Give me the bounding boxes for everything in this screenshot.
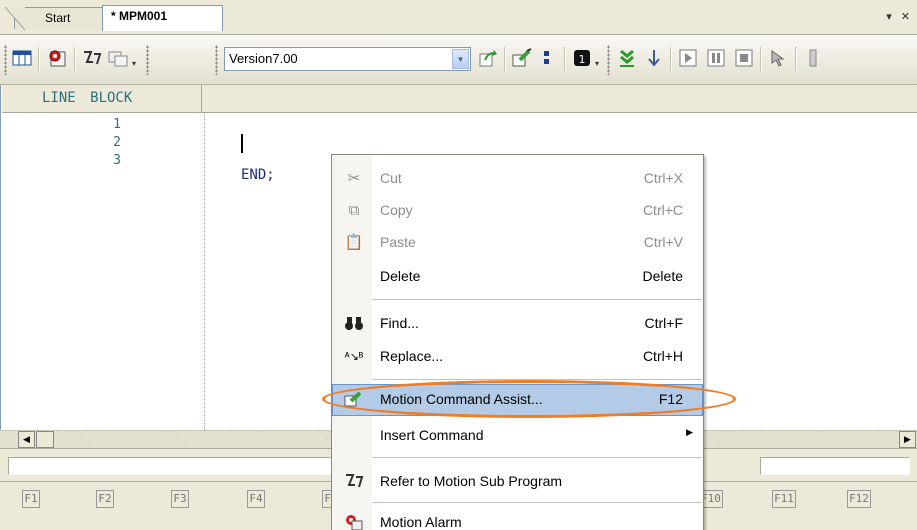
fkey-f4[interactable]: F4 — [243, 490, 269, 512]
chevron-down-icon[interactable]: ▼ — [452, 49, 469, 69]
scroll-right-button[interactable]: ▶ — [899, 431, 916, 448]
motion-command-assist-icon[interactable] — [510, 46, 534, 70]
menu-item-replace[interactable]: ᴬ↘ᴮ Replace... Ctrl+H — [332, 341, 703, 373]
menu-item-copy[interactable]: ⧉ Copy Ctrl+C — [332, 195, 703, 227]
semicolon-icon[interactable] — [534, 46, 558, 70]
run-icon[interactable] — [676, 46, 700, 70]
pause-icon[interactable] — [704, 46, 728, 70]
menu-item-cut[interactable]: ✂ Cut Ctrl+X — [332, 163, 703, 195]
step-icon[interactable]: 1 — [570, 46, 594, 70]
menu-item-delete[interactable]: Delete Delete — [332, 261, 703, 293]
version-select-value: Version7.00 — [229, 51, 298, 66]
tab-controls[interactable]: ▾ ✕ — [886, 10, 913, 23]
menu-item-motion-alarm[interactable]: Motion Alarm — [332, 507, 703, 530]
step-into-icon[interactable] — [615, 46, 639, 70]
toolbar-grip[interactable] — [607, 45, 610, 75]
toolbar-grip[interactable] — [146, 45, 149, 75]
motion-command-assist-icon — [344, 390, 364, 410]
scrollbar-thumb[interactable] — [36, 431, 54, 448]
fkey-f3[interactable]: F3 — [167, 490, 193, 512]
menu-separator — [372, 457, 702, 458]
menu-item-find[interactable]: Find... Ctrl+F — [332, 308, 703, 340]
scissors-icon: ✂ — [347, 170, 361, 187]
tab-mpm001[interactable]: * MPM001 — [102, 5, 223, 31]
menu-item-refer-motion-sub-program[interactable]: Refer to Motion Sub Program — [332, 466, 703, 498]
status-field — [8, 457, 338, 475]
fkey-f1[interactable]: F1 — [18, 490, 44, 512]
alarm-icon — [344, 513, 364, 530]
line-number: 3 — [113, 153, 121, 168]
motion-search-icon[interactable] — [45, 46, 69, 70]
toolbar-overflow-icon[interactable] — [801, 46, 825, 70]
motion-sub-icon — [344, 472, 364, 492]
step-down-icon[interactable] — [642, 46, 666, 70]
toolbar-grip[interactable] — [215, 45, 218, 75]
line-number: 1 — [113, 117, 121, 132]
menu-separator — [372, 299, 702, 300]
transfer-icon[interactable] — [106, 46, 130, 70]
text-caret — [241, 134, 243, 153]
binoculars-icon — [344, 314, 364, 334]
chevron-down-icon[interactable]: ▾ — [595, 59, 603, 68]
line-block-header: LINE BLOCK — [42, 85, 202, 113]
refresh-icon[interactable] — [476, 46, 500, 70]
menu-item-motion-command-assist[interactable]: Motion Command Assist... F12 — [332, 384, 703, 416]
copy-icon: ⧉ — [348, 202, 360, 219]
stop-icon[interactable] — [732, 46, 756, 70]
gutter-divider — [204, 113, 205, 430]
menu-separator — [372, 379, 702, 380]
replace-icon: ᴬ↘ᴮ — [344, 351, 364, 363]
document-tab-strip: Start * MPM001 ▾ ✕ — [0, 0, 917, 35]
status-field — [760, 457, 910, 475]
motion-sub-icon[interactable] — [80, 46, 104, 70]
tab-start[interactable]: Start — [5, 7, 104, 30]
submenu-arrow-icon: ▶ — [686, 427, 693, 437]
fkey-f12[interactable]: F12 — [845, 490, 873, 512]
version-select[interactable]: Version7.00 ▼ — [224, 47, 471, 71]
fkey-f2[interactable]: F2 — [92, 490, 118, 512]
svg-text:1: 1 — [579, 53, 586, 66]
line-number: 2 — [113, 135, 121, 150]
editor-toolbar: ▾ Version7.00 ▼ 1 ▾ — [0, 35, 917, 85]
scroll-left-button[interactable]: ◀ — [18, 431, 35, 448]
menu-item-paste[interactable]: 📋 Paste Ctrl+V — [332, 227, 703, 259]
editor-column-header: LINE BLOCK — [2, 85, 917, 113]
pointer-icon[interactable] — [766, 46, 790, 70]
code-line[interactable]: END; — [241, 167, 275, 183]
paste-icon: 📋 — [344, 234, 364, 251]
fkey-f11[interactable]: F11 — [770, 490, 798, 512]
list-window-icon[interactable] — [10, 46, 34, 70]
toolbar-grip[interactable] — [4, 45, 7, 75]
chevron-down-icon[interactable]: ▾ — [132, 59, 140, 68]
menu-item-insert-command[interactable]: Insert Command ▶ — [332, 420, 703, 452]
context-menu: ✂ Cut Ctrl+X ⧉ Copy Ctrl+C 📋 Paste Ctrl+… — [331, 154, 704, 530]
menu-separator — [372, 502, 702, 503]
